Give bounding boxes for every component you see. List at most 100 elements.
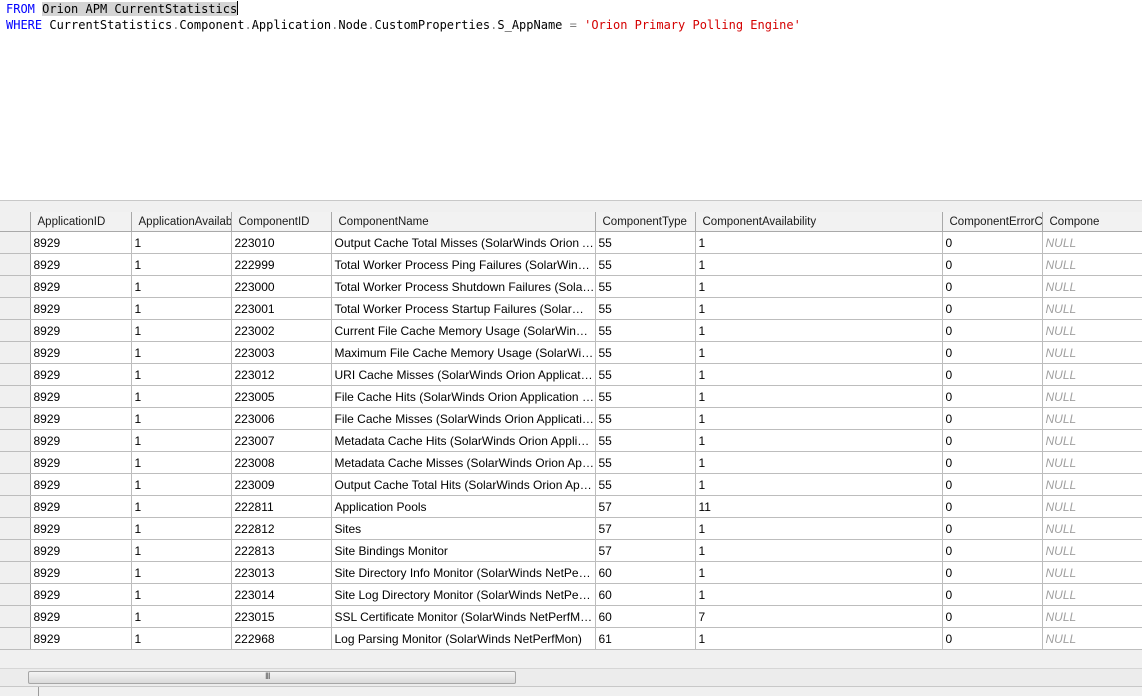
table-cell[interactable]: Site Log Directory Monitor (SolarWinds N… xyxy=(331,583,596,606)
table-cell[interactable]: 1 xyxy=(131,341,232,364)
table-cell[interactable]: Output Cache Total Hits (SolarWinds Orio… xyxy=(331,473,596,496)
table-row[interactable]: 8929 1 222999 Total Worker Process Ping Fai… xyxy=(0,253,1142,276)
table-cell[interactable]: Sites xyxy=(331,517,596,540)
table-cell[interactable]: 1 xyxy=(695,583,943,606)
table-row[interactable]: 8929 1 223014 Site Log Directory Monitor (S… xyxy=(0,583,1142,606)
table-row[interactable]: 8929 1 223003 Maximum File Cache Memory Usa… xyxy=(0,341,1142,364)
table-cell[interactable]: 223008 xyxy=(231,451,332,474)
row-selector[interactable] xyxy=(0,561,31,584)
table-cell[interactable]: 8929 xyxy=(30,407,132,430)
table-cell[interactable]: File Cache Misses (SolarWinds Orion Appl… xyxy=(331,407,596,430)
table-cell[interactable]: Total Worker Process Ping Failures (Sola… xyxy=(331,253,596,276)
table-cell[interactable]: 1 xyxy=(131,363,232,386)
row-selector[interactable] xyxy=(0,451,31,474)
table-cell[interactable]: 1 xyxy=(695,275,943,298)
table-cell[interactable]: 61 xyxy=(595,627,696,650)
table-cell[interactable]: 55 xyxy=(595,407,696,430)
table-cell[interactable]: 7 xyxy=(695,605,943,628)
table-row[interactable]: 8929 1 223005 File Cache Hits (SolarWinds O… xyxy=(0,385,1142,408)
column-header[interactable]: ComponentAvailability xyxy=(695,212,943,232)
table-cell[interactable]: 55 xyxy=(595,363,696,386)
table-row[interactable]: 8929 1 223001 Total Worker Process Startup … xyxy=(0,297,1142,320)
table-cell[interactable]: 55 xyxy=(595,275,696,298)
table-cell[interactable]: 1 xyxy=(131,539,232,562)
table-cell[interactable]: NULL xyxy=(1042,341,1142,364)
table-cell[interactable]: 8929 xyxy=(30,297,132,320)
table-cell[interactable]: 0 xyxy=(942,297,1043,320)
table-cell[interactable]: 223010 xyxy=(231,231,332,254)
table-cell[interactable]: 60 xyxy=(595,583,696,606)
results-grid[interactable]: ApplicationID ApplicationAvailabil Compone… xyxy=(0,212,1142,650)
table-cell[interactable]: 1 xyxy=(131,385,232,408)
table-cell[interactable]: 223009 xyxy=(231,473,332,496)
table-cell[interactable]: 1 xyxy=(131,451,232,474)
column-header[interactable]: ComponentID xyxy=(231,212,332,232)
row-selector[interactable] xyxy=(0,275,31,298)
table-cell[interactable]: 0 xyxy=(942,451,1043,474)
table-cell[interactable]: 222811 xyxy=(231,495,332,518)
table-row[interactable]: 8929 1 223007 Metadata Cache Hits (SolarWin… xyxy=(0,429,1142,452)
table-cell[interactable]: 1 xyxy=(131,429,232,452)
table-cell[interactable]: 1 xyxy=(131,473,232,496)
table-cell[interactable]: 8929 xyxy=(30,517,132,540)
table-cell[interactable]: Metadata Cache Misses (SolarWinds Orion … xyxy=(331,451,596,474)
table-cell[interactable]: 0 xyxy=(942,517,1043,540)
table-cell[interactable]: Site Bindings Monitor xyxy=(331,539,596,562)
table-cell[interactable]: 8929 xyxy=(30,429,132,452)
table-cell[interactable]: 8929 xyxy=(30,385,132,408)
table-row[interactable]: 8929 1 223013 Site Directory Info Monitor (… xyxy=(0,561,1142,584)
table-cell[interactable]: NULL xyxy=(1042,407,1142,430)
table-cell[interactable]: 1 xyxy=(695,297,943,320)
table-cell[interactable]: 223003 xyxy=(231,341,332,364)
table-cell[interactable]: 55 xyxy=(595,231,696,254)
table-cell[interactable]: Total Worker Process Shutdown Failures (… xyxy=(331,275,596,298)
horizontal-scrollbar[interactable]: III xyxy=(0,668,1142,686)
table-cell[interactable]: 0 xyxy=(942,385,1043,408)
table-cell[interactable]: 223000 xyxy=(231,275,332,298)
table-cell[interactable]: File Cache Hits (SolarWinds Orion Applic… xyxy=(331,385,596,408)
table-cell[interactable]: 0 xyxy=(942,341,1043,364)
table-cell[interactable]: 1 xyxy=(695,385,943,408)
table-cell[interactable]: 0 xyxy=(942,429,1043,452)
table-cell[interactable]: 8929 xyxy=(30,473,132,496)
table-cell[interactable]: NULL xyxy=(1042,385,1142,408)
table-cell[interactable]: 1 xyxy=(695,451,943,474)
row-selector[interactable] xyxy=(0,319,31,342)
table-cell[interactable]: 0 xyxy=(942,473,1043,496)
table-cell[interactable]: NULL xyxy=(1042,473,1142,496)
table-cell[interactable]: 55 xyxy=(595,385,696,408)
table-cell[interactable]: NULL xyxy=(1042,429,1142,452)
table-cell[interactable]: 222968 xyxy=(231,627,332,650)
row-selector[interactable] xyxy=(0,517,31,540)
table-cell[interactable]: 223015 xyxy=(231,605,332,628)
table-cell[interactable]: 0 xyxy=(942,253,1043,276)
table-cell[interactable]: 8929 xyxy=(30,341,132,364)
table-cell[interactable]: Application Pools xyxy=(331,495,596,518)
table-cell[interactable]: Total Worker Process Startup Failures (S… xyxy=(331,297,596,320)
table-cell[interactable]: 223014 xyxy=(231,583,332,606)
table-cell[interactable]: 223007 xyxy=(231,429,332,452)
row-selector[interactable] xyxy=(0,341,31,364)
row-selector[interactable] xyxy=(0,627,31,650)
column-header[interactable]: Compone xyxy=(1042,212,1142,232)
table-cell[interactable]: 1 xyxy=(131,627,232,650)
table-cell[interactable]: 223013 xyxy=(231,561,332,584)
table-cell[interactable]: 8929 xyxy=(30,319,132,342)
table-cell[interactable]: 1 xyxy=(695,341,943,364)
table-cell[interactable]: 57 xyxy=(595,539,696,562)
table-cell[interactable]: NULL xyxy=(1042,319,1142,342)
column-header[interactable]: ApplicationAvailabil xyxy=(131,212,232,232)
results-tab[interactable] xyxy=(0,687,39,696)
table-row[interactable]: 8929 1 223000 Total Worker Process Shutdown… xyxy=(0,275,1142,298)
table-cell[interactable]: NULL xyxy=(1042,253,1142,276)
table-cell[interactable]: 8929 xyxy=(30,539,132,562)
row-selector[interactable] xyxy=(0,253,31,276)
table-cell[interactable]: 0 xyxy=(942,495,1043,518)
table-cell[interactable]: 1 xyxy=(695,473,943,496)
table-cell[interactable]: NULL xyxy=(1042,561,1142,584)
table-cell[interactable]: 11 xyxy=(695,495,943,518)
table-cell[interactable]: Maximum File Cache Memory Usage (SolarWi… xyxy=(331,341,596,364)
table-cell[interactable]: 1 xyxy=(131,231,232,254)
table-cell[interactable]: Output Cache Total Misses (SolarWinds Or… xyxy=(331,231,596,254)
table-cell[interactable]: NULL xyxy=(1042,583,1142,606)
